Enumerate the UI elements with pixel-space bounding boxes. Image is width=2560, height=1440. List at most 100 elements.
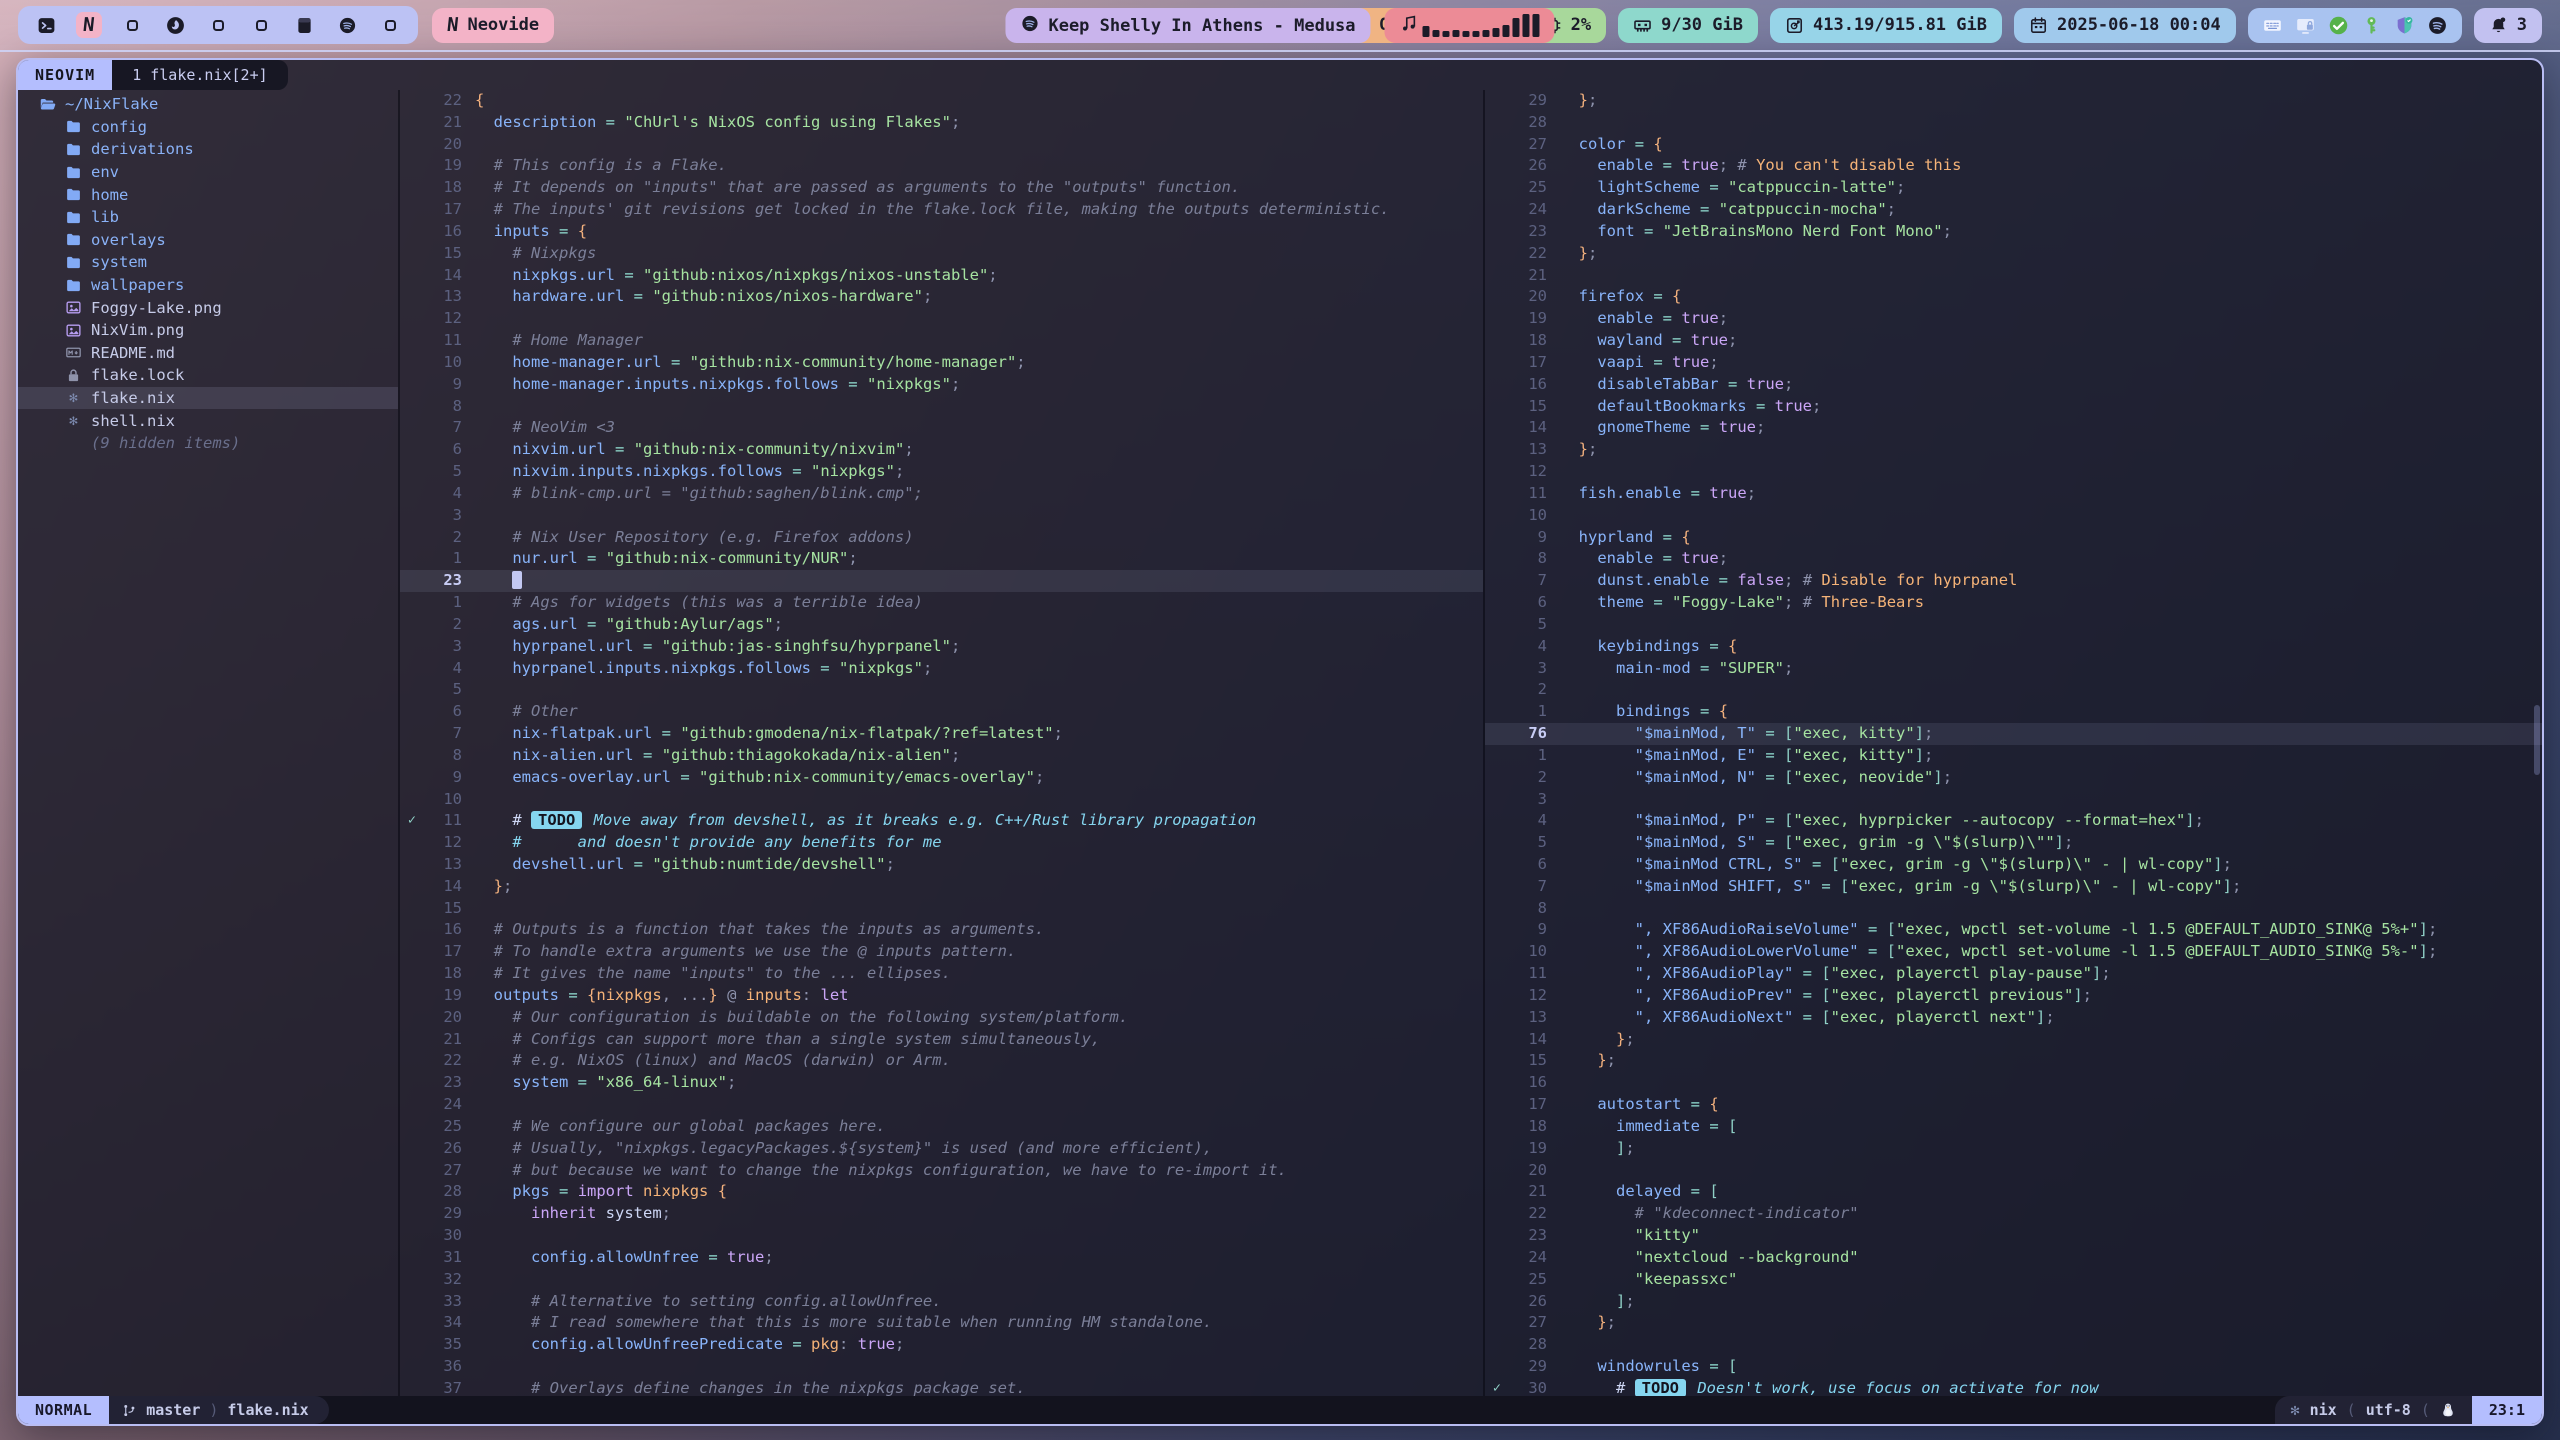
buffer-tab-flake-nix[interactable]: 1 flake.nix[2+] [112,60,287,90]
code-line[interactable]: 19 # This config is a Flake. [400,155,1483,177]
code-line[interactable]: 17 vaapi = true; [1485,352,2542,374]
tree-item--9-hidden-items-[interactable]: (9 hidden items) [18,432,398,455]
code-line[interactable]: 6 "$mainMod CTRL, S" = ["exec, grim -g \… [1485,854,2542,876]
code-line[interactable]: 22 # e.g. NixOS (linux) and MacOS (darwi… [400,1050,1483,1072]
code-line[interactable]: 10 [400,789,1483,811]
code-line[interactable]: 12 ", XF86AudioPrev" = ["exec, playerctl… [1485,985,2542,1007]
code-line[interactable]: 14 nixpkgs.url = "github:nixos/nixpkgs/n… [400,265,1483,287]
empty-workspace[interactable] [377,12,403,38]
tree-item-config[interactable]: config [18,116,398,139]
code-line[interactable]: 26 ]; [1485,1291,2542,1313]
neovim-sidebar-tab[interactable]: NEOVIM [18,60,112,90]
code-line[interactable]: 32 [400,1269,1483,1291]
editor-pane-right[interactable]: 29 };2827 color = {26 enable = true; # Y… [1485,90,2542,1396]
code-line[interactable]: 8 enable = true; [1485,548,2542,570]
tree-item-lib[interactable]: lib [18,206,398,229]
neovide-workspace-active[interactable]: N [76,12,102,38]
code-line[interactable]: 25 lightScheme = "catppuccin-latte"; [1485,177,2542,199]
code-line[interactable]: 25 # We configure our global packages he… [400,1116,1483,1138]
zen-workspace[interactable] [162,12,188,38]
code-line[interactable]: 13 ", XF86AudioNext" = ["exec, playerctl… [1485,1007,2542,1029]
tree-item-home[interactable]: home [18,183,398,206]
code-line[interactable]: 21 delayed = [ [1485,1181,2542,1203]
code-line[interactable]: 2 [1485,679,2542,701]
spotify-tray-icon[interactable] [2427,15,2448,36]
code-line[interactable]: 22 # "kdeconnect-indicator" [1485,1203,2542,1225]
code-line[interactable]: 35 config.allowUnfreePredicate = pkg: tr… [400,1334,1483,1356]
code-line[interactable]: 10 ", XF86AudioLowerVolume" = ["exec, wp… [1485,941,2542,963]
code-line[interactable]: 2 "$mainMod, N" = ["exec, neovide"]; [1485,767,2542,789]
code-line[interactable]: 15 }; [1485,1050,2542,1072]
code-line[interactable]: 28 pkgs = import nixpkgs { [400,1181,1483,1203]
code-line[interactable]: 28 [1485,112,2542,134]
code-line[interactable]: 4 keybindings = { [1485,636,2542,658]
code-line[interactable]: 28 [1485,1334,2542,1356]
code-line[interactable]: 4 hyprpanel.inputs.nixpkgs.follows = "ni… [400,658,1483,680]
code-line[interactable]: 18 wayland = true; [1485,330,2542,352]
scrollbar[interactable] [2534,705,2540,775]
code-line[interactable]: 10 [1485,505,2542,527]
key-tray-icon[interactable] [2361,15,2382,36]
code-line[interactable]: 29 }; [1485,90,2542,112]
tree-item--NixFlake[interactable]: ~/NixFlake [18,93,398,116]
code-line[interactable]: 14 gnomeTheme = true; [1485,417,2542,439]
code-line[interactable]: 15 defaultBookmarks = true; [1485,396,2542,418]
code-line[interactable]: 9 ", XF86AudioRaiseVolume" = ["exec, wpc… [1485,919,2542,941]
code-line[interactable]: 13 hardware.url = "github:nixos/nixos-ha… [400,286,1483,308]
check-circle-tray-icon[interactable] [2328,15,2349,36]
code-line[interactable]: 18 # It gives the name "inputs" to the .… [400,963,1483,985]
code-line[interactable]: 26 enable = true; # You can't disable th… [1485,155,2542,177]
code-line[interactable]: 19 enable = true; [1485,308,2542,330]
notifications-pill[interactable]: 3 [2474,8,2542,43]
code-line[interactable]: 24 [400,1094,1483,1116]
code-line[interactable]: 9 hyprland = { [1485,527,2542,549]
code-line[interactable]: 9 home-manager.inputs.nixpkgs.follows = … [400,374,1483,396]
code-line[interactable]: 20 [400,134,1483,156]
code-line[interactable]: 2 ags.url = "github:Aylur/ags"; [400,614,1483,636]
code-line[interactable]: 18 # It depends on "inputs" that are pas… [400,177,1483,199]
tree-item-derivations[interactable]: derivations [18,138,398,161]
code-line[interactable]: 22{ [400,90,1483,112]
code-line[interactable]: ✓30 # TODO Doesn't work, use focus_on_ac… [1485,1378,2542,1396]
code-line[interactable]: 12 # and doesn't provide any benefits fo… [400,832,1483,854]
code-line[interactable]: 23 "kitty" [1485,1225,2542,1247]
code-line[interactable]: 12 [1485,461,2542,483]
code-line[interactable]: 7 "$mainMod SHIFT, S" = ["exec, grim -g … [1485,876,2542,898]
code-line[interactable]: 1 nur.url = "github:nix-community/NUR"; [400,548,1483,570]
tree-item-overlays[interactable]: overlays [18,229,398,252]
code-line[interactable]: 23 system = "x86_64-linux"; [400,1072,1483,1094]
code-line[interactable]: 6 theme = "Foggy-Lake"; # Three-Bears [1485,592,2542,614]
code-line[interactable]: 7 dunst.enable = false; # Disable for hy… [1485,570,2542,592]
empty-workspace[interactable] [248,12,274,38]
code-line[interactable]: 24 "nextcloud --background" [1485,1247,2542,1269]
code-line[interactable]: 1 "$mainMod, E" = ["exec, kitty"]; [1485,745,2542,767]
code-line[interactable]: 11 # Home Manager [400,330,1483,352]
code-line[interactable]: 30 [400,1225,1483,1247]
code-line[interactable]: 11 fish.enable = true; [1485,483,2542,505]
code-line[interactable]: 6 # Other [400,701,1483,723]
code-line[interactable]: 22 }; [1485,243,2542,265]
code-line[interactable]: 15 [400,898,1483,920]
disk-pill[interactable]: 413.19/915.81 GiB [1770,8,2002,43]
code-line[interactable]: 4 "$mainMod, P" = ["exec, hyprpicker --a… [1485,810,2542,832]
code-line[interactable]: 16 inputs = { [400,221,1483,243]
empty-workspace[interactable] [119,12,145,38]
tree-item-system[interactable]: system [18,251,398,274]
code-line[interactable]: 18 immediate = [ [1485,1116,2542,1138]
code-line[interactable]: 20 [1485,1160,2542,1182]
code-line[interactable]: 8 [400,396,1483,418]
code-line[interactable]: 21 [1485,265,2542,287]
tree-item-README.md[interactable]: README.md [18,342,398,365]
terminal-workspace[interactable] [33,12,59,38]
code-line[interactable]: 5 [400,679,1483,701]
now-playing-pill[interactable]: Keep Shelly In Athens - Medusa [1005,8,1370,43]
tree-item-wallpapers[interactable]: wallpapers [18,274,398,297]
code-line[interactable]: 23 font = "JetBrainsMono Nerd Font Mono"… [1485,221,2542,243]
code-line[interactable]: 21 # Configs can support more than a sin… [400,1029,1483,1051]
code-line[interactable]: 29 inherit system; [400,1203,1483,1225]
spotify-workspace[interactable] [334,12,360,38]
code-line[interactable]: 12 [400,308,1483,330]
tree-item-env[interactable]: env [18,161,398,184]
tree-item-flake.lock[interactable]: flake.lock [18,364,398,387]
container-workspace[interactable] [291,12,317,38]
